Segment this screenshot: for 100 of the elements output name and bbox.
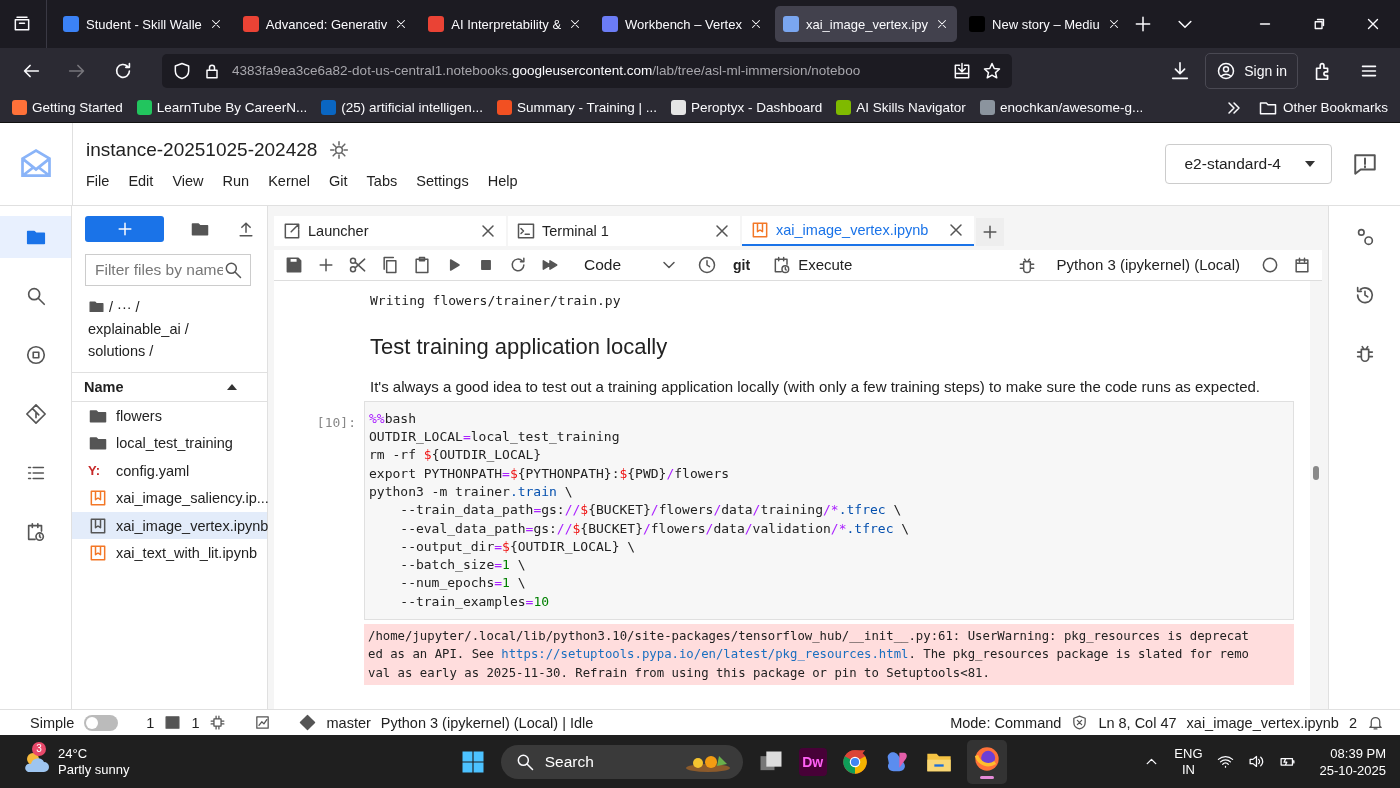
sort-caret-icon [227, 383, 237, 390]
browser-tab[interactable]: Advanced: Generativ [234, 6, 417, 42]
entry-name: xai_image_saliency.ip... [116, 490, 269, 507]
breadcrumb[interactable]: / ··· / [109, 295, 140, 318]
bookmark-folder[interactable]: Other Bookmarks [1257, 97, 1388, 118]
entry-name: flowers [116, 407, 162, 424]
language-indicator[interactable]: ENG IN [1174, 745, 1203, 778]
listing-row[interactable]: xai_image_saliency.ip... [72, 484, 267, 512]
kernel-name[interactable]: Python 3 (ipykernel) (Local) [1056, 256, 1240, 274]
bookmark[interactable]: LearnTube By CareerN... [136, 100, 308, 116]
git-icon [24, 402, 47, 425]
star-icon[interactable] [982, 60, 1002, 81]
listing-row[interactable]: Y: config.yaml [72, 456, 267, 485]
tab-label: xai_image_vertex.ipynb [776, 221, 930, 238]
notification-badge: 3 [32, 741, 46, 756]
mode-label: Simple [30, 714, 75, 731]
file-name: xai_image_vertex.ipynb [1186, 714, 1339, 731]
bell-icon[interactable] [1367, 714, 1384, 732]
sign-in-button[interactable]: Sign in [1205, 52, 1298, 89]
url-text: 4383fa9ea3ce6a82-dot-us-central1.notebooks.googleusercontent.com/lab/tree/asl-ml-immersion/noteboo [232, 63, 862, 79]
cursor-position[interactable]: Ln 8, Col 47 [1098, 714, 1177, 731]
breadcrumb[interactable]: solutions / [88, 339, 154, 362]
git-icon[interactable] [299, 714, 317, 732]
menu-item[interactable]: Tabs [366, 172, 398, 189]
taskbar-search[interactable]: Search [500, 744, 743, 779]
save-to-tray-icon[interactable] [952, 60, 972, 81]
kernel-count[interactable]: 1 [191, 714, 200, 731]
kernel-status[interactable]: Python 3 (ipykernel) (Local) | Idle [380, 714, 594, 731]
git-branch[interactable]: master [326, 714, 371, 731]
menu-item[interactable]: Settings [416, 172, 469, 189]
settings-icon[interactable] [329, 139, 350, 160]
code-cell[interactable]: %%bash OUTDIR_LOCAL=local_test_training rm -rf ${OUTDIR_LOCAL} export PYTHONPATH=${PYTHONPATH}:${PWD}/flowers python3 -m trainer.train \ --train_data_path=gs://${BUCKET}/flowers/data/training/*.tfrec \ --eval_data_path=gs://${BUCKET}/flowers/data/validation/*.tfrec \ --output_dir=${OUTDIR_LOCAL} \ --batch_size=1 \ --num_epochs=1 \ --train_examples=10 [364, 400, 1294, 621]
execute-button[interactable]: Execute [766, 253, 859, 276]
new-launcher-button[interactable] [85, 215, 164, 242]
menu-item[interactable]: Git [329, 172, 348, 189]
bookmark[interactable]: enochkan/awesome-g... [979, 100, 1144, 116]
machine-type-dropdown[interactable]: e2-standard-4 [1165, 143, 1332, 184]
entry-name: config.yaml [116, 462, 190, 479]
markdown-heading: Test training application locally [370, 333, 669, 360]
notification-count[interactable]: 2 [1348, 714, 1357, 731]
scrollbar-thumb[interactable] [1313, 465, 1319, 480]
chart-icon[interactable] [254, 714, 272, 732]
cell-output: Writing flowers/trainer/train.py [369, 291, 621, 308]
listing-row[interactable]: local_test_training [72, 429, 267, 457]
listing-row[interactable]: xai_text_with_lit.ipynb [72, 539, 267, 567]
paste-icon[interactable] [412, 254, 432, 275]
chip-icon[interactable] [209, 714, 227, 732]
execution-count: [10]: [315, 413, 357, 432]
bookmark[interactable]: Summary - Training | ... [496, 100, 657, 116]
menu-item[interactable]: View [172, 172, 204, 189]
git-button[interactable]: git [729, 256, 755, 273]
account-icon [1216, 60, 1237, 81]
new-tab-button[interactable] [976, 217, 1004, 246]
shield-icon[interactable] [1071, 714, 1089, 732]
listing-row[interactable]: xai_image_vertex.ipynb [72, 511, 267, 540]
markdown-paragraph: It's always a good idea to test out a training application locally (with only a few training steps) to make sure the code runs as expected. [370, 377, 1261, 395]
weather-condition: Partly sunny [58, 761, 130, 778]
menu-item[interactable]: Help [487, 172, 518, 189]
browser-tab[interactable]: New story – Mediu [961, 6, 1129, 42]
bookmark[interactable]: AI Skills Navigator [836, 100, 966, 116]
clock[interactable]: 08:39 PM 25-10-2025 [1319, 744, 1386, 779]
terminal-icon[interactable] [164, 714, 182, 732]
bookmark[interactable]: (25) artificial intelligen... [321, 100, 483, 116]
clock-icon[interactable] [697, 254, 718, 275]
menu-item[interactable]: Kernel [268, 172, 311, 189]
browser-app-icon[interactable] [840, 747, 869, 776]
terminal-count[interactable]: 1 [146, 714, 155, 731]
yaml-icon: Y: [88, 463, 108, 479]
document-tab[interactable]: Launcher [274, 215, 506, 246]
sidebar-tab[interactable] [0, 215, 71, 258]
menu-item[interactable]: Edit [128, 172, 154, 189]
menu-item[interactable]: Run [222, 172, 250, 189]
browser-tab[interactable]: Workbench – Vertex [594, 6, 771, 42]
tab-overview-icon[interactable] [12, 14, 32, 34]
app-icon[interactable]: Dw [798, 747, 827, 776]
browser-tab[interactable]: AI Interpretability & [420, 6, 591, 42]
copy-icon[interactable] [380, 254, 400, 275]
address-bar[interactable]: 4383fa9ea3ce6a82-dot-us-central1.notebooks.googleusercontent.com/lab/tree/asl-ml-immersion/noteboo [162, 53, 1012, 88]
bookmark[interactable]: Peroptyx - Dashboard [671, 100, 823, 116]
shield-icon[interactable] [172, 60, 192, 81]
listing-row[interactable]: flowers [72, 401, 267, 430]
simple-mode-toggle[interactable] [84, 714, 119, 731]
cell-type-dropdown[interactable]: Code [578, 253, 686, 276]
instance-title: instance-20251025-202428 [86, 138, 318, 161]
column-header[interactable]: Name [72, 371, 267, 402]
tab-label: Terminal 1 [542, 222, 610, 239]
document-tab[interactable]: Terminal 1 [508, 215, 740, 246]
breadcrumb[interactable]: explainable_ai / [88, 317, 189, 340]
notebook-mode: Mode: Command [950, 714, 1062, 731]
entry-name: xai_text_with_lit.ipynb [116, 545, 258, 562]
link[interactable]: https://setuptools.pypa.io/en/latest/pkg_resources.html [501, 647, 909, 662]
caret-icon [1305, 160, 1315, 167]
browser-app-icon[interactable] [972, 744, 1001, 773]
browser-tab[interactable]: xai_image_vertex.ipy [774, 6, 958, 42]
wifi-icon[interactable] [1216, 753, 1234, 771]
document-tab[interactable]: xai_image_vertex.ipynb [742, 215, 974, 246]
browser-tab[interactable]: Student - Skill Walle [55, 6, 231, 42]
active-app-tile[interactable] [966, 739, 1007, 784]
menu-item[interactable]: File [86, 172, 110, 189]
bookmark[interactable]: Getting Started [12, 100, 123, 116]
